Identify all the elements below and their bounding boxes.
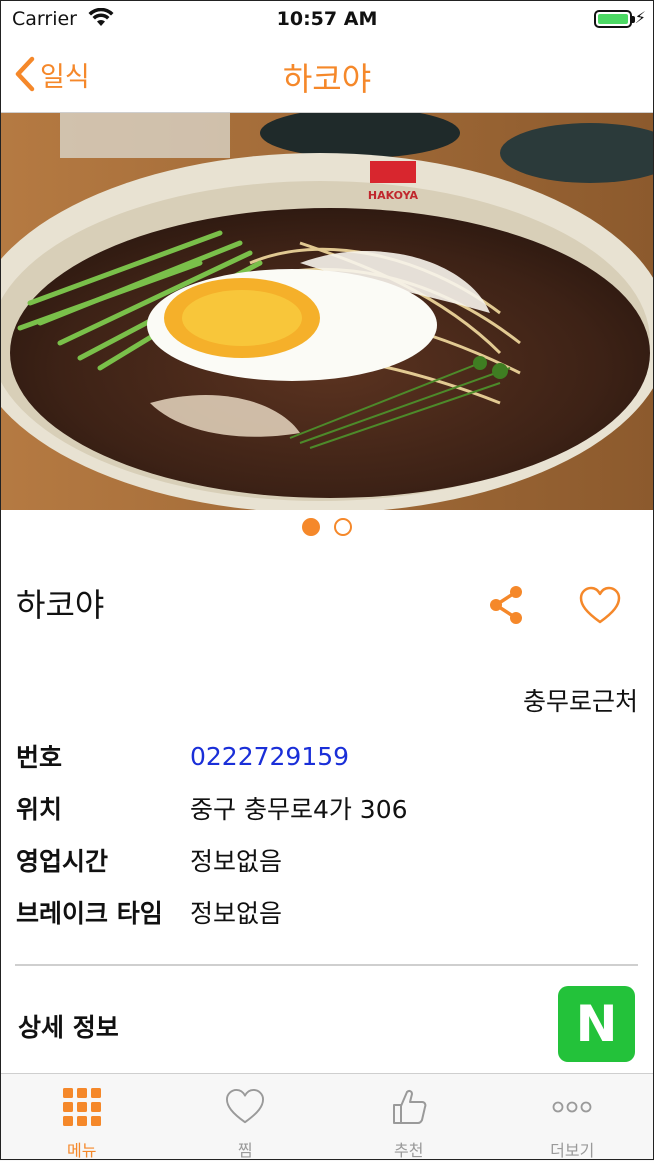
restaurant-name: 하코야	[16, 580, 104, 626]
info-value: 정보없음	[190, 842, 282, 878]
thumbs-up-icon	[391, 1088, 427, 1130]
favorite-button[interactable]	[578, 586, 622, 626]
page-dot-1[interactable]	[302, 518, 320, 536]
share-icon	[486, 584, 526, 626]
info-value: 정보없음	[190, 894, 282, 930]
info-row-location: 위치 중구 충무로4가 306	[16, 782, 636, 834]
share-button[interactable]	[486, 584, 526, 626]
tab-label: 더보기	[491, 1137, 654, 1161]
info-label: 번호	[16, 738, 190, 774]
grid-icon	[63, 1088, 101, 1130]
tab-label: 메뉴	[0, 1137, 164, 1161]
tab-bar: 메뉴 찜 추천 더보기	[0, 1073, 654, 1161]
status-bar: Carrier 10:57 AM ⚡	[0, 0, 654, 40]
tab-label: 추천	[327, 1137, 491, 1161]
page-indicator	[0, 518, 654, 540]
tab-label: 찜	[164, 1137, 328, 1161]
clock: 10:57 AM	[0, 8, 654, 30]
page-dot-2[interactable]	[334, 518, 352, 536]
phone-link[interactable]: 0222729159	[190, 742, 349, 771]
info-label: 위치	[16, 790, 190, 826]
tab-menu[interactable]: 메뉴	[0, 1074, 164, 1161]
info-label: 영업시간	[16, 842, 190, 878]
svg-text:HAKOYA: HAKOYA	[368, 189, 419, 202]
naver-button[interactable]: N	[558, 986, 635, 1062]
info-row-hours: 영업시간 정보없음	[16, 834, 636, 886]
heart-outline-icon	[578, 586, 622, 626]
charging-icon: ⚡	[635, 8, 646, 27]
battery-icon	[594, 10, 632, 28]
detail-info-label: 상세 정보	[18, 1008, 119, 1044]
naver-logo-icon: N	[558, 986, 635, 1062]
more-icon	[552, 1088, 592, 1130]
food-photo[interactable]: HAKOYA	[0, 113, 654, 510]
tab-more[interactable]: 더보기	[491, 1074, 654, 1161]
info-row-phone: 번호 0222729159	[16, 730, 636, 782]
navigation-bar: 일식 하코야	[0, 40, 654, 113]
info-row-break-time: 브레이크 타임 정보없음	[16, 886, 636, 938]
info-label: 브레이크 타임	[16, 894, 190, 930]
info-list: 번호 0222729159 위치 중구 충무로4가 306 영업시간 정보없음 …	[16, 730, 636, 938]
tab-favorites[interactable]: 찜	[164, 1074, 328, 1161]
svg-text:N: N	[576, 995, 618, 1053]
tab-recommend[interactable]: 추천	[327, 1074, 491, 1161]
info-value: 중구 충무로4가 306	[190, 790, 408, 826]
heart-icon	[224, 1088, 266, 1130]
area-label: 충무로근처	[523, 682, 638, 718]
divider	[15, 964, 638, 966]
page-title: 하코야	[0, 54, 654, 100]
